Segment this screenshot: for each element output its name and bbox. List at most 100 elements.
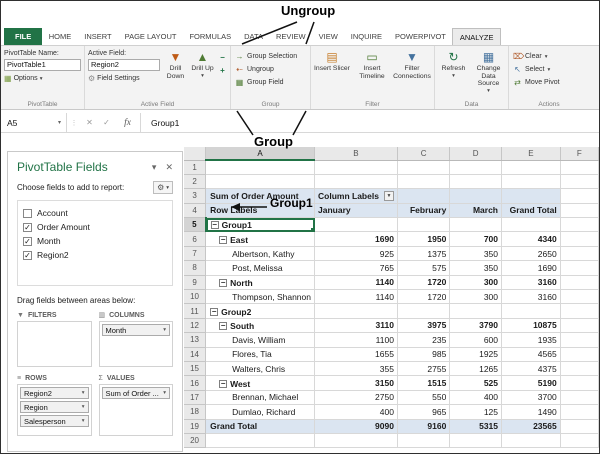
row-header-6[interactable]: 6 [184,231,207,247]
cell-c6[interactable]: 1950 [397,231,451,247]
cell-d5[interactable] [449,217,503,233]
collapse-outline-icon[interactable]: − [219,321,228,330]
cell-f8[interactable] [560,260,599,276]
row-header-15[interactable]: 15 [184,361,207,377]
field-item-month[interactable]: ✓ Month [21,234,169,248]
cell-b20[interactable] [314,433,398,449]
cell-c9[interactable]: 1720 [397,275,451,291]
cell-b1[interactable] [314,160,398,175]
cell-b11[interactable] [314,303,398,319]
select-all-button[interactable] [184,147,207,161]
cell-a19[interactable]: Grand Total [205,419,315,434]
cell-f9[interactable] [560,275,599,291]
cell-a15[interactable]: Walters, Chris [205,361,315,377]
checkbox-region2[interactable]: ✓ [23,250,32,260]
cell-a20[interactable] [205,433,315,449]
row-header-9[interactable]: 9 [184,275,207,291]
change-data-source-button[interactable]: ▦ Change Data Source ▾ [471,48,506,99]
column-header-d[interactable]: D [449,147,503,161]
cell-d8[interactable]: 350 [449,260,503,276]
cell-b19[interactable]: 9090 [314,419,398,434]
column-header-e[interactable]: E [501,147,561,161]
cell-e19[interactable]: 23565 [501,419,561,434]
row-header-4[interactable]: 4 [184,203,207,219]
cell-e13[interactable]: 1935 [501,332,561,348]
rows-area-body[interactable]: Region2 ▾ Region ▾ Salesperson ▾ [17,384,92,436]
row-header-1[interactable]: 1 [184,160,207,175]
row-header-8[interactable]: 8 [184,260,207,276]
row-header-12[interactable]: 12 [184,318,207,334]
cell-c3[interactable] [397,188,451,204]
tab-page-layout[interactable]: PAGE LAYOUT [118,28,183,45]
cell-c2[interactable] [397,174,451,190]
cell-a16[interactable]: − West [205,375,315,391]
cell-d9[interactable]: 300 [449,275,503,291]
field-item-region2[interactable]: ✓ Region2 [21,248,169,262]
clear-button[interactable]: ⌦ Clear ▾ [510,50,588,63]
cell-b17[interactable]: 2750 [314,390,398,406]
row-header-7[interactable]: 7 [184,246,207,262]
field-item-order-amount[interactable]: ✓ Order Amount [21,220,169,234]
cell-c4[interactable]: February [397,203,451,219]
select-button[interactable]: ↖ Select ▾ [510,63,588,76]
cell-f17[interactable] [560,390,599,406]
cell-b16[interactable]: 3150 [314,375,398,391]
columns-area-body[interactable]: Month ▾ [98,321,173,367]
cell-c7[interactable]: 1375 [397,246,451,262]
cell-b4[interactable]: January [314,203,398,219]
cell-c14[interactable]: 985 [397,347,451,362]
tab-inquire[interactable]: INQUIRE [344,28,388,45]
cell-d20[interactable] [449,433,503,449]
checkbox-order-amount[interactable]: ✓ [23,222,32,232]
cell-b3[interactable]: Column Labels ▼ [314,188,398,204]
area-item-sum-of-order[interactable]: Sum of Order ... ▾ [101,387,170,399]
cell-b15[interactable]: 355 [314,361,398,377]
group-selection-button[interactable]: → Group Selection [232,50,309,63]
cell-a10[interactable]: Thompson, Shannon [205,289,315,305]
cell-e10[interactable]: 3160 [501,289,561,305]
cell-a18[interactable]: Dumlao, Richard [205,404,315,420]
row-header-2[interactable]: 2 [184,174,207,190]
cell-c5[interactable] [397,217,451,233]
cell-e1[interactable] [501,160,561,175]
cell-f3[interactable] [560,188,599,204]
cell-f12[interactable] [560,318,599,334]
cell-d4[interactable]: March [449,203,503,219]
fx-icon[interactable]: fx [115,113,141,132]
fields-options-button[interactable]: ⚙ ▾ [153,181,173,194]
cell-f10[interactable] [560,289,599,305]
collapse-outline-icon[interactable]: − [219,235,228,244]
insert-timeline-button[interactable]: ▭ Insert Timeline [352,48,392,99]
pane-options-icon[interactable]: ▾ [152,162,157,173]
cell-c13[interactable]: 235 [397,332,451,348]
cell-f18[interactable] [560,404,599,420]
cell-a17[interactable]: Brennan, Michael [205,390,315,406]
row-header-17[interactable]: 17 [184,390,207,406]
cell-e18[interactable]: 1490 [501,404,561,420]
refresh-button[interactable]: ↻ Refresh ▾ [436,48,471,99]
expand-field-icon[interactable]: + [216,66,229,75]
cell-c20[interactable] [397,433,451,449]
cell-a13[interactable]: Davis, William [205,332,315,348]
cell-f5[interactable] [560,217,599,233]
cell-d1[interactable] [449,160,503,175]
cell-f20[interactable] [560,433,599,449]
cell-c19[interactable]: 9160 [397,419,451,434]
row-header-18[interactable]: 18 [184,404,207,420]
cell-d7[interactable]: 350 [449,246,503,262]
cell-f4[interactable] [560,203,599,219]
cell-c10[interactable]: 1720 [397,289,451,305]
tab-data[interactable]: DATA [238,28,270,45]
field-settings-button[interactable]: ⚙ Field Settings [88,74,160,83]
area-item-salesperson[interactable]: Salesperson ▾ [20,415,89,427]
cell-a5[interactable]: − Group1 [205,217,315,233]
cell-e14[interactable]: 4565 [501,347,561,362]
cell-a14[interactable]: Flores, Tia [205,347,315,362]
cell-d10[interactable]: 300 [449,289,503,305]
tab-home[interactable]: HOME [42,28,78,45]
cell-c12[interactable]: 3975 [397,318,451,334]
cell-b6[interactable]: 1690 [314,231,398,247]
cell-d17[interactable]: 400 [449,390,503,406]
cell-a2[interactable] [205,174,315,190]
cell-d15[interactable]: 1265 [449,361,503,377]
